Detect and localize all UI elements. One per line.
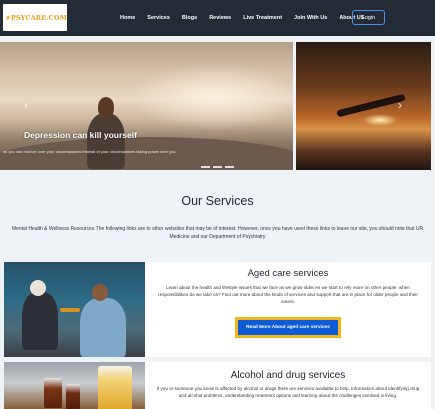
- site-logo[interactable]: PSYCARE.COM: [3, 4, 67, 31]
- card-title: Alcohol and drug services: [230, 370, 346, 381]
- service-card-aged-care: Aged care services Learn about the healt…: [4, 262, 431, 357]
- carousel-dot[interactable]: [201, 166, 210, 168]
- nav-links: Home Services Blogs Reviews Live Treatme…: [120, 0, 376, 36]
- hero-side-image: ›: [296, 42, 431, 170]
- logo-text: PSYCARE.COM: [10, 13, 67, 22]
- card-description: If you or someone you know is affected b…: [156, 386, 420, 399]
- read-more-aged-care-button[interactable]: Read More About aged care services: [235, 316, 341, 338]
- carousel-next-icon[interactable]: ›: [398, 98, 402, 112]
- aged-care-image: [4, 262, 145, 357]
- login-button[interactable]: Login: [352, 10, 385, 25]
- card-body: Alcohol and drug services If you or some…: [145, 362, 431, 399]
- nav-live-treatment[interactable]: Live Treatment: [243, 15, 282, 21]
- hero-subcaption: as you can recover over your circumstanc…: [3, 149, 177, 154]
- card-body: Aged care services Learn about the healt…: [145, 262, 431, 338]
- top-navbar: PSYCARE.COM Home Services Blogs Reviews …: [0, 0, 435, 36]
- card-description: Learn about the health and lifestyle iss…: [158, 285, 418, 305]
- nav-home[interactable]: Home: [120, 15, 135, 21]
- services-intro: Mental Health & Wellness Resources The f…: [11, 226, 424, 240]
- carousel-dot[interactable]: [213, 166, 222, 168]
- nav-join-with-us[interactable]: Join With Us: [294, 15, 327, 21]
- service-card-alcohol-drug: Alcohol and drug services If you or some…: [4, 362, 431, 409]
- nav-blogs[interactable]: Blogs: [182, 15, 197, 21]
- nav-services[interactable]: Services: [147, 15, 170, 21]
- card-title: Aged care services: [247, 268, 329, 279]
- logo-icon: [6, 15, 10, 20]
- carousel-prev-icon[interactable]: ‹: [24, 98, 28, 112]
- alcohol-drug-image: [4, 362, 145, 409]
- carousel-indicators: [201, 166, 237, 168]
- services-heading: Our Services: [181, 194, 254, 208]
- hero-background: [130, 62, 293, 132]
- hero-caption: Depression can kill yourself: [24, 130, 137, 140]
- sunset-glow: [362, 114, 398, 126]
- carousel-dot[interactable]: [225, 166, 234, 168]
- nav-reviews[interactable]: Reviews: [209, 15, 231, 21]
